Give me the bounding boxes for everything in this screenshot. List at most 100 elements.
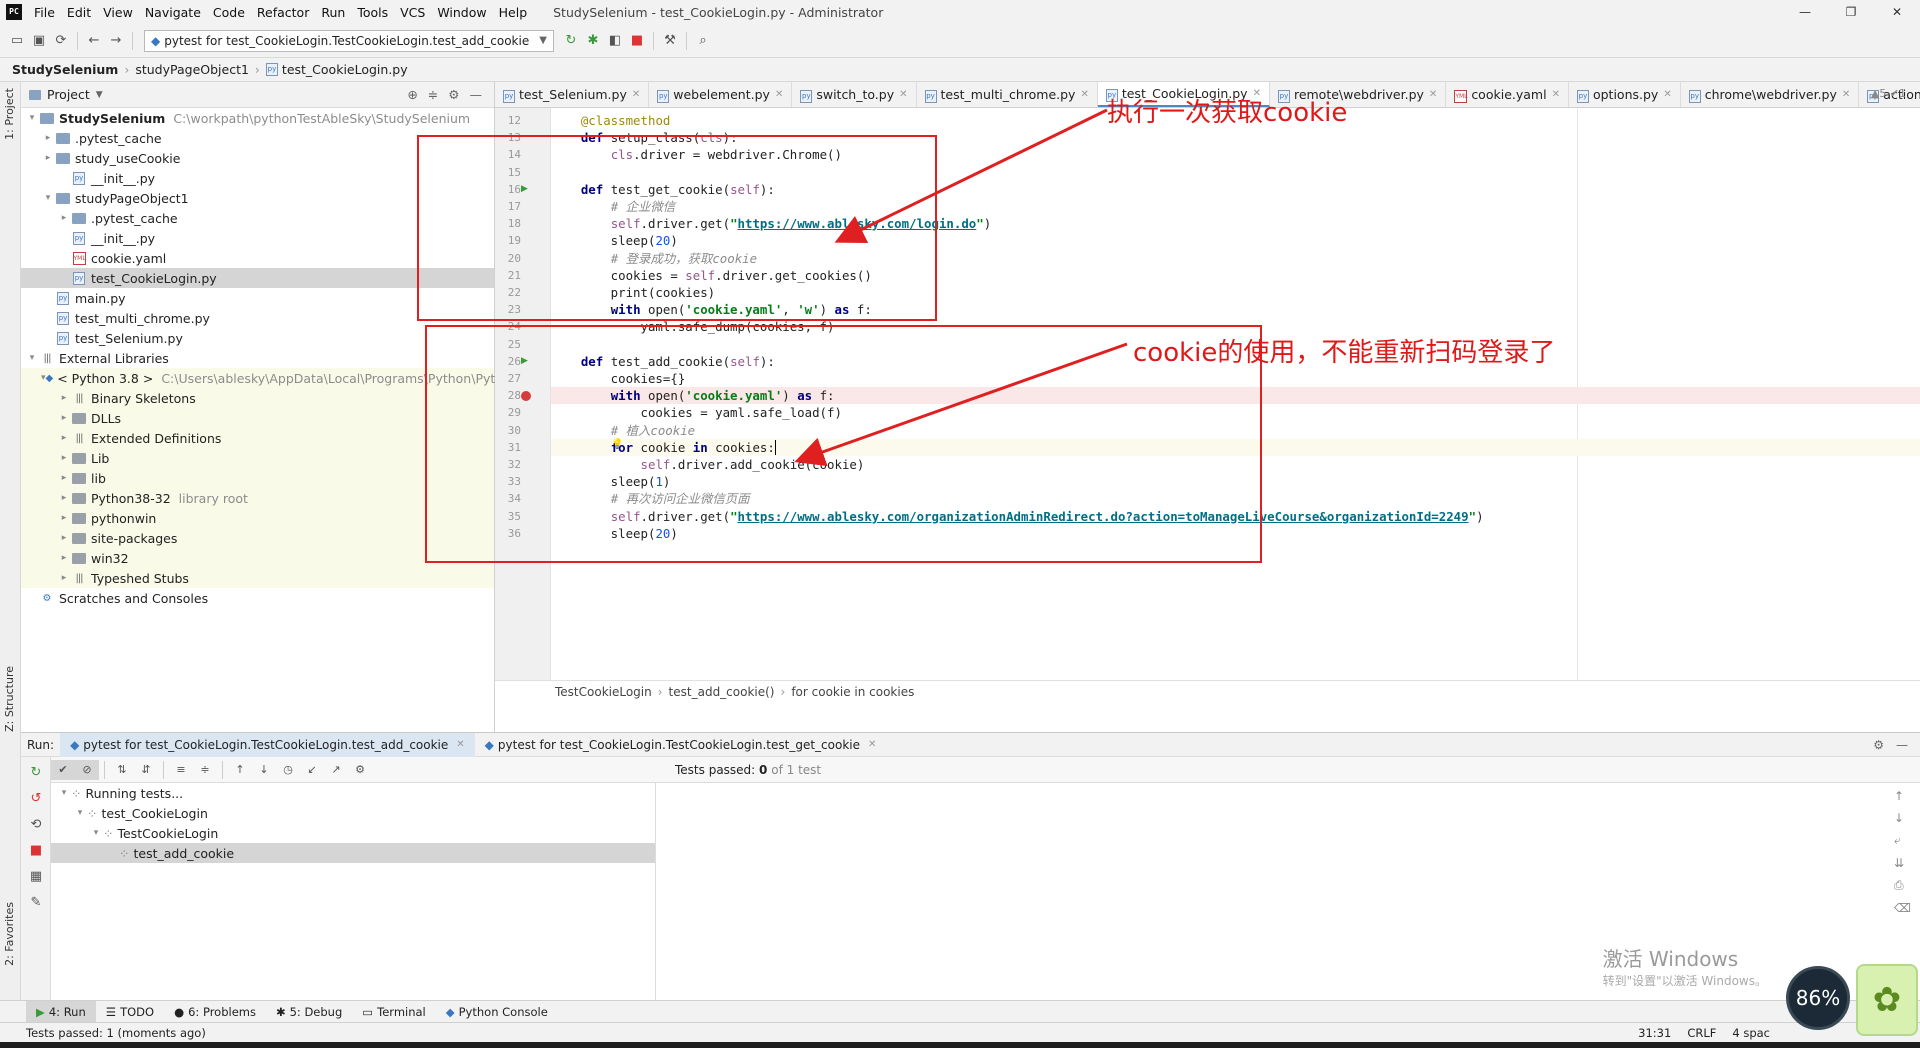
run-tool-button[interactable]: ▶ 4: Run bbox=[26, 1000, 96, 1023]
coverage-icon[interactable]: ◧ bbox=[604, 30, 626, 52]
editor-tab[interactable]: YML cookie.yaml ✕ bbox=[1446, 82, 1569, 107]
test-tree-row[interactable]: ▾ ⁘ test_CookieLogin bbox=[51, 803, 655, 823]
next-failed-icon[interactable]: ↓ bbox=[252, 760, 276, 780]
soft-wrap-icon[interactable]: ⤶ bbox=[1894, 833, 1911, 848]
menu-help[interactable]: Help bbox=[493, 5, 534, 20]
tree-row[interactable]: ▾ StudySelenium C:\workpath\pythonTestAble… bbox=[21, 108, 494, 128]
tree-row[interactable]: ▸ ||| Typeshed Stubs bbox=[21, 568, 494, 588]
chevron-right-icon[interactable]: ▸ bbox=[57, 433, 71, 443]
save-all-icon[interactable]: ▣ bbox=[28, 30, 50, 52]
close-icon[interactable]: ✕ bbox=[1552, 89, 1560, 100]
tree-row[interactable]: ▸ ||| Binary Skeletons bbox=[21, 388, 494, 408]
crumb-class[interactable]: TestCookieLogin bbox=[555, 685, 652, 699]
menu-tools[interactable]: Tools bbox=[351, 5, 394, 20]
editor-tab[interactable]: py test_multi_chrome.py ✕ bbox=[917, 82, 1098, 107]
close-icon[interactable]: ✕ bbox=[775, 89, 783, 100]
tree-row[interactable]: py test_Selenium.py bbox=[21, 328, 494, 348]
chevron-right-icon[interactable]: ▸ bbox=[57, 513, 71, 523]
tree-row[interactable]: ▸ DLLs bbox=[21, 408, 494, 428]
rerun-icon[interactable]: ↻ bbox=[25, 761, 47, 783]
chevron-down-icon[interactable]: ▼ bbox=[96, 90, 103, 100]
previous-failed-icon[interactable]: ↑ bbox=[228, 760, 252, 780]
tree-row[interactable]: ▸ pythonwin bbox=[21, 508, 494, 528]
menu-edit[interactable]: Edit bbox=[61, 5, 97, 20]
chevron-down-icon[interactable]: ▾ bbox=[57, 788, 71, 798]
minimize-button[interactable]: — bbox=[1782, 0, 1828, 24]
chevron-down-icon[interactable]: ▾ bbox=[89, 828, 103, 838]
close-icon[interactable]: ✕ bbox=[1842, 89, 1850, 100]
chevron-right-icon[interactable]: ▸ bbox=[57, 453, 71, 463]
gear-icon[interactable]: ⚙ bbox=[448, 87, 459, 102]
sync-icon[interactable]: ⟳ bbox=[50, 30, 72, 52]
structure-tool-tab[interactable]: Z: Structure bbox=[3, 666, 16, 732]
crumb-loop[interactable]: for cookie in cookies bbox=[791, 685, 914, 699]
tree-row[interactable]: ▾ ||| External Libraries bbox=[21, 348, 494, 368]
chevron-down-icon[interactable]: ▾ bbox=[25, 353, 39, 363]
menu-file[interactable]: File bbox=[28, 5, 61, 20]
layout-icon[interactable]: ▦ bbox=[25, 865, 47, 887]
hide-icon[interactable]: — bbox=[470, 87, 483, 102]
todo-tool-button[interactable]: ☰ TODO bbox=[96, 1001, 164, 1023]
chevron-down-icon[interactable]: ▾ bbox=[25, 113, 39, 123]
menu-vcs[interactable]: VCS bbox=[394, 5, 431, 20]
close-icon[interactable]: ✕ bbox=[868, 739, 876, 750]
back-arrow-icon[interactable]: ← bbox=[83, 30, 105, 52]
menu-refactor[interactable]: Refactor bbox=[251, 5, 315, 20]
scroll-to-end-icon[interactable]: ⇊ bbox=[1894, 856, 1911, 870]
close-icon[interactable]: ✕ bbox=[899, 89, 907, 100]
performance-widget[interactable]: 86% bbox=[1786, 966, 1850, 1030]
status-message[interactable]: Tests passed: 1 (moments ago) bbox=[26, 1026, 206, 1040]
editor-tab[interactable]: py chrome\webdriver.py ✕ bbox=[1681, 82, 1860, 107]
close-icon[interactable]: ✕ bbox=[1429, 89, 1437, 100]
breadcrumb-folder[interactable]: studyPageObject1 bbox=[135, 62, 249, 77]
menu-view[interactable]: View bbox=[97, 5, 139, 20]
tree-row[interactable]: ▸ ||| Extended Definitions bbox=[21, 428, 494, 448]
sort-alpha-icon[interactable]: ⇅ bbox=[110, 760, 134, 780]
editor-tab[interactable]: py options.py ✕ bbox=[1569, 82, 1681, 107]
chevron-right-icon[interactable]: ▸ bbox=[41, 153, 55, 163]
test-output-console[interactable]: ↑ ↓ ⤶ ⇊ ⎙ ⌫ 激活 Windows 转到"设置"以激活 Windows… bbox=[657, 783, 1917, 1001]
stop-icon[interactable]: ■ bbox=[626, 30, 648, 52]
forward-arrow-icon[interactable]: → bbox=[105, 30, 127, 52]
project-panel-title[interactable]: Project bbox=[47, 87, 90, 102]
chevron-down-icon[interactable]: ▾ bbox=[73, 808, 87, 818]
test-tree-row[interactable]: ⁘ test_add_cookie bbox=[51, 843, 655, 863]
chevron-right-icon[interactable]: ▸ bbox=[57, 533, 71, 543]
menu-window[interactable]: Window bbox=[431, 5, 492, 20]
stop-icon[interactable]: ■ bbox=[25, 839, 47, 861]
export-tests-icon[interactable]: ↗ bbox=[324, 760, 348, 780]
crumb-method[interactable]: test_add_cookie() bbox=[669, 685, 775, 699]
menu-code[interactable]: Code bbox=[207, 5, 251, 20]
tree-row[interactable]: ▾ ◆ < Python 3.8 > C:\Users\ablesky\AppData… bbox=[21, 368, 503, 388]
history-icon[interactable]: ◷ bbox=[276, 760, 300, 780]
close-icon[interactable]: ✕ bbox=[456, 739, 464, 750]
indent-setting[interactable]: 4 spac bbox=[1732, 1026, 1770, 1040]
rerun-icon[interactable]: ↻ bbox=[560, 30, 582, 52]
problems-tool-button[interactable]: ● 6: Problems bbox=[164, 1001, 266, 1023]
editor-tab[interactable]: py switch_to.py ✕ bbox=[792, 82, 917, 107]
show-ignored-icon[interactable]: ⊘ bbox=[75, 759, 99, 780]
chevron-right-icon[interactable]: ▸ bbox=[57, 213, 71, 223]
print-icon[interactable]: ⎙ bbox=[1894, 878, 1911, 893]
chevron-right-icon[interactable]: ▸ bbox=[57, 393, 71, 403]
menu-navigate[interactable]: Navigate bbox=[139, 5, 207, 20]
close-icon[interactable]: ✕ bbox=[1080, 89, 1088, 100]
scroll-up-icon[interactable]: ↑ bbox=[1894, 789, 1911, 803]
chevron-down-icon[interactable]: ▾ bbox=[41, 193, 55, 203]
editor-tab[interactable]: py webelement.py ✕ bbox=[649, 82, 793, 107]
tree-row[interactable]: ▸ Lib bbox=[21, 448, 494, 468]
breadcrumb-file[interactable]: test_CookieLogin.py bbox=[282, 62, 408, 77]
maximize-button[interactable]: ❐ bbox=[1828, 0, 1874, 24]
gear-icon[interactable]: ⚙ bbox=[1873, 738, 1884, 752]
search-icon[interactable]: ⌕ bbox=[692, 30, 714, 52]
breadcrumb-project[interactable]: StudySelenium bbox=[12, 62, 118, 77]
tree-row[interactable]: ▸ Python38-32 library root bbox=[21, 488, 494, 508]
open-folder-icon[interactable]: ▭ bbox=[6, 30, 28, 52]
collapse-all-icon[interactable]: ≑ bbox=[193, 760, 217, 780]
tree-row[interactable]: ⚙ Scratches and Consoles bbox=[21, 588, 494, 608]
tree-row[interactable]: ▸ site-packages bbox=[21, 528, 494, 548]
run-configuration-select[interactable]: ◆ pytest for test_CookieLogin.TestCookie… bbox=[144, 29, 554, 52]
terminal-tool-button[interactable]: ▭ Terminal bbox=[352, 1001, 435, 1023]
run-tab-get-cookie[interactable]: ◆ pytest for test_CookieLogin.TestCookie… bbox=[475, 733, 887, 757]
wrench-icon[interactable]: ⚒ bbox=[659, 30, 681, 52]
